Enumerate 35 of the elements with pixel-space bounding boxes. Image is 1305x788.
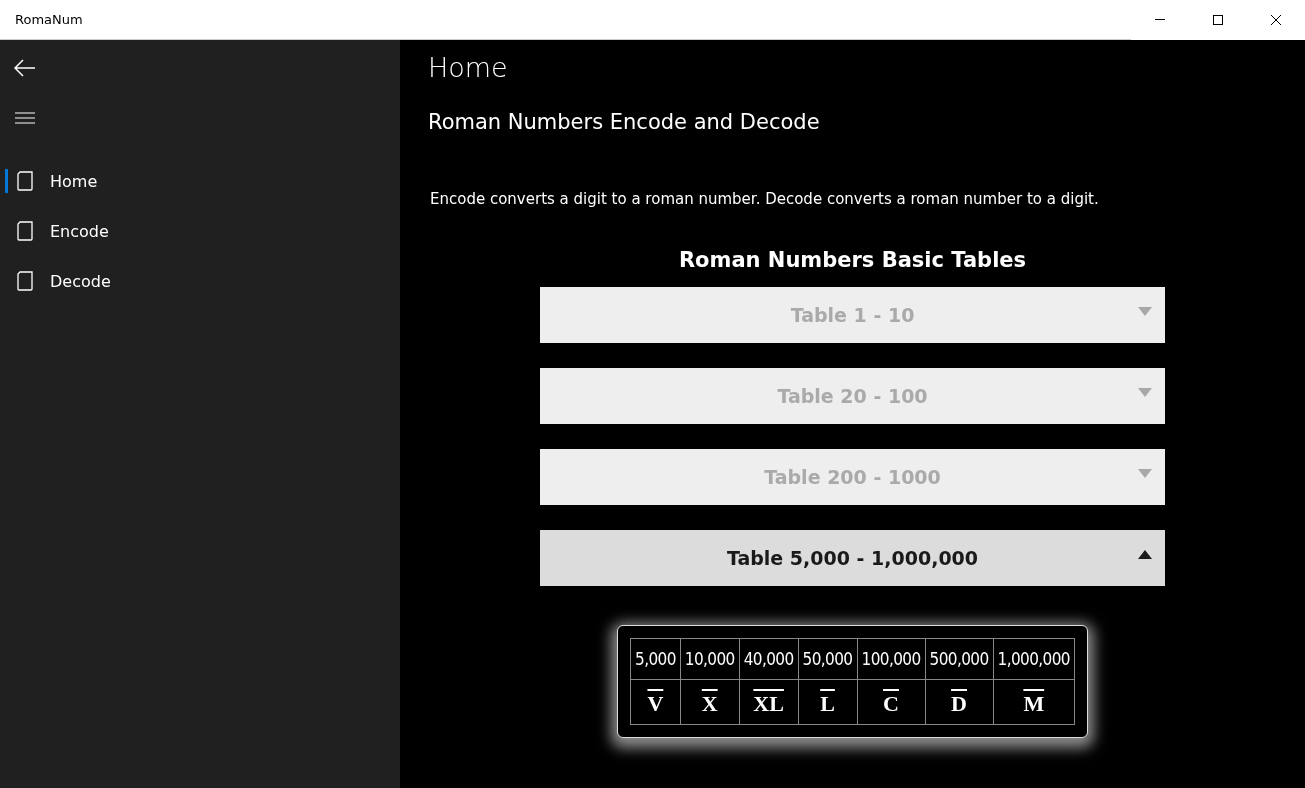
page-icon bbox=[17, 271, 33, 291]
table-cell: M bbox=[993, 679, 1075, 725]
nav-item[interactable]: Decode bbox=[0, 256, 400, 306]
caret-down-icon bbox=[1138, 388, 1152, 397]
table-cell: 50,000 bbox=[798, 638, 857, 680]
table-cell: 500,000 bbox=[925, 638, 994, 680]
nav-item[interactable]: Encode bbox=[0, 206, 400, 256]
page-icon bbox=[17, 171, 33, 191]
maximize-icon bbox=[1212, 13, 1224, 26]
table-cell: L bbox=[798, 679, 857, 725]
window-title: RomaNum bbox=[15, 12, 83, 27]
close-icon bbox=[1270, 13, 1282, 26]
caret-down-icon bbox=[1138, 469, 1152, 478]
table-cell: 40,000 bbox=[739, 638, 799, 680]
description-text: Encode converts a digit to a roman number. Decode converts a roman number to a digit. bbox=[430, 189, 1099, 210]
table-cell: D bbox=[925, 679, 994, 725]
table-cell: 5,000 bbox=[630, 638, 681, 680]
back-arrow-icon bbox=[14, 59, 36, 77]
page-title: Home bbox=[428, 51, 508, 85]
page-icon bbox=[17, 221, 33, 241]
minimize-icon bbox=[1155, 19, 1165, 20]
accordion-header[interactable]: Table 5,000 - 1,000,000 bbox=[540, 530, 1165, 586]
table-cell: V bbox=[630, 679, 681, 725]
page-subtitle: Roman Numbers Encode and Decode bbox=[428, 109, 820, 136]
section-heading: Roman Numbers Basic Tables bbox=[678, 247, 1027, 274]
nav-item[interactable]: Home bbox=[0, 156, 400, 206]
table-cell: X bbox=[680, 679, 740, 725]
caret-down-icon bbox=[1138, 307, 1152, 316]
table-cell: 100,000 bbox=[857, 638, 926, 680]
caret-up-icon bbox=[1138, 550, 1152, 559]
menu-icon bbox=[15, 112, 35, 124]
table-cell: 1,000,000 bbox=[993, 638, 1075, 680]
table-cell: C bbox=[857, 679, 926, 725]
table-cell: 10,000 bbox=[680, 638, 740, 680]
table-cell: XL bbox=[739, 679, 799, 725]
